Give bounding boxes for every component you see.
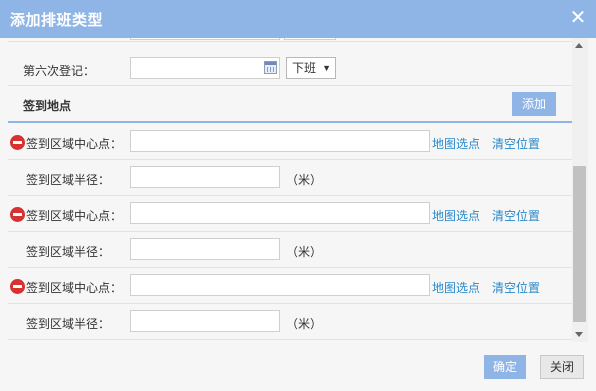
remove-icon[interactable] <box>10 279 25 294</box>
section-title: 签到地点 <box>23 99 72 113</box>
shift-select-value: 下班 <box>292 61 317 75</box>
close-icon[interactable]: ✕ <box>568 7 588 29</box>
vertical-scrollbar[interactable] <box>572 38 588 342</box>
dialog-title: 添加排班类型 <box>10 12 104 29</box>
scroll-down-icon[interactable] <box>575 332 583 337</box>
location-2-center-row: 签到区域中心点： 地图选点 清空位置 <box>8 196 572 232</box>
close-button[interactable]: 关闭 <box>540 355 584 379</box>
center-label: 签到区域中心点： <box>26 137 123 151</box>
calendar-icon[interactable] <box>264 61 277 74</box>
radius-label: 签到区域半径： <box>26 317 111 331</box>
map-pick-link[interactable]: 地图选点 <box>432 279 480 296</box>
checkin-location-section: 签到地点 添加 <box>8 86 572 123</box>
registration-label: 第六次登记： <box>23 64 96 78</box>
chevron-down-icon: ▼ <box>322 63 331 73</box>
radius-label: 签到区域半径： <box>26 245 111 259</box>
clear-location-link[interactable]: 清空位置 <box>492 279 540 296</box>
center-input[interactable] <box>130 274 430 296</box>
registration-time-input[interactable] <box>130 57 280 79</box>
radius-input[interactable] <box>130 238 280 260</box>
center-input[interactable] <box>130 202 430 224</box>
registration-row: 第六次登记： 下班 ▼ <box>8 52 572 86</box>
center-label: 签到区域中心点： <box>26 281 123 295</box>
location-1-radius-row: 签到区域半径： （米） <box>8 160 572 196</box>
remove-icon[interactable] <box>10 207 25 222</box>
map-pick-link[interactable]: 地图选点 <box>432 135 480 152</box>
dialog-content: 第六次登记： 下班 ▼ 签到地点 添加 签到区域中心点： 地图选点 清空位置 签… <box>8 38 572 342</box>
confirm-button[interactable]: 确定 <box>484 355 526 379</box>
map-pick-link[interactable]: 地图选点 <box>432 207 480 224</box>
scrollbar-thumb[interactable] <box>573 166 586 322</box>
radius-input[interactable] <box>130 166 280 188</box>
location-3-center-row: 签到区域中心点： 地图选点 清空位置 <box>8 268 572 304</box>
radius-unit: （米） <box>286 173 323 187</box>
previous-time-input[interactable] <box>130 38 280 40</box>
radius-unit: （米） <box>286 317 323 331</box>
remove-icon[interactable] <box>10 135 25 150</box>
previous-shift-select[interactable] <box>284 38 336 40</box>
previous-row <box>8 38 572 42</box>
location-1-center-row: 签到区域中心点： 地图选点 清空位置 <box>8 124 572 160</box>
scroll-up-icon[interactable] <box>575 43 583 48</box>
radius-input[interactable] <box>130 310 280 332</box>
clear-location-link[interactable]: 清空位置 <box>492 207 540 224</box>
center-input[interactable] <box>130 130 430 152</box>
add-location-button[interactable]: 添加 <box>512 92 556 116</box>
location-2-radius-row: 签到区域半径： （米） <box>8 232 572 268</box>
shift-select[interactable]: 下班 ▼ <box>286 57 336 79</box>
dialog-footer: 确定 关闭 <box>0 342 596 391</box>
location-3-radius-row: 签到区域半径： （米） <box>8 304 572 340</box>
radius-label: 签到区域半径： <box>26 173 111 187</box>
clear-location-link[interactable]: 清空位置 <box>492 135 540 152</box>
center-label: 签到区域中心点： <box>26 209 123 223</box>
dialog-titlebar: 添加排班类型 ✕ <box>0 0 596 38</box>
radius-unit: （米） <box>286 245 323 259</box>
